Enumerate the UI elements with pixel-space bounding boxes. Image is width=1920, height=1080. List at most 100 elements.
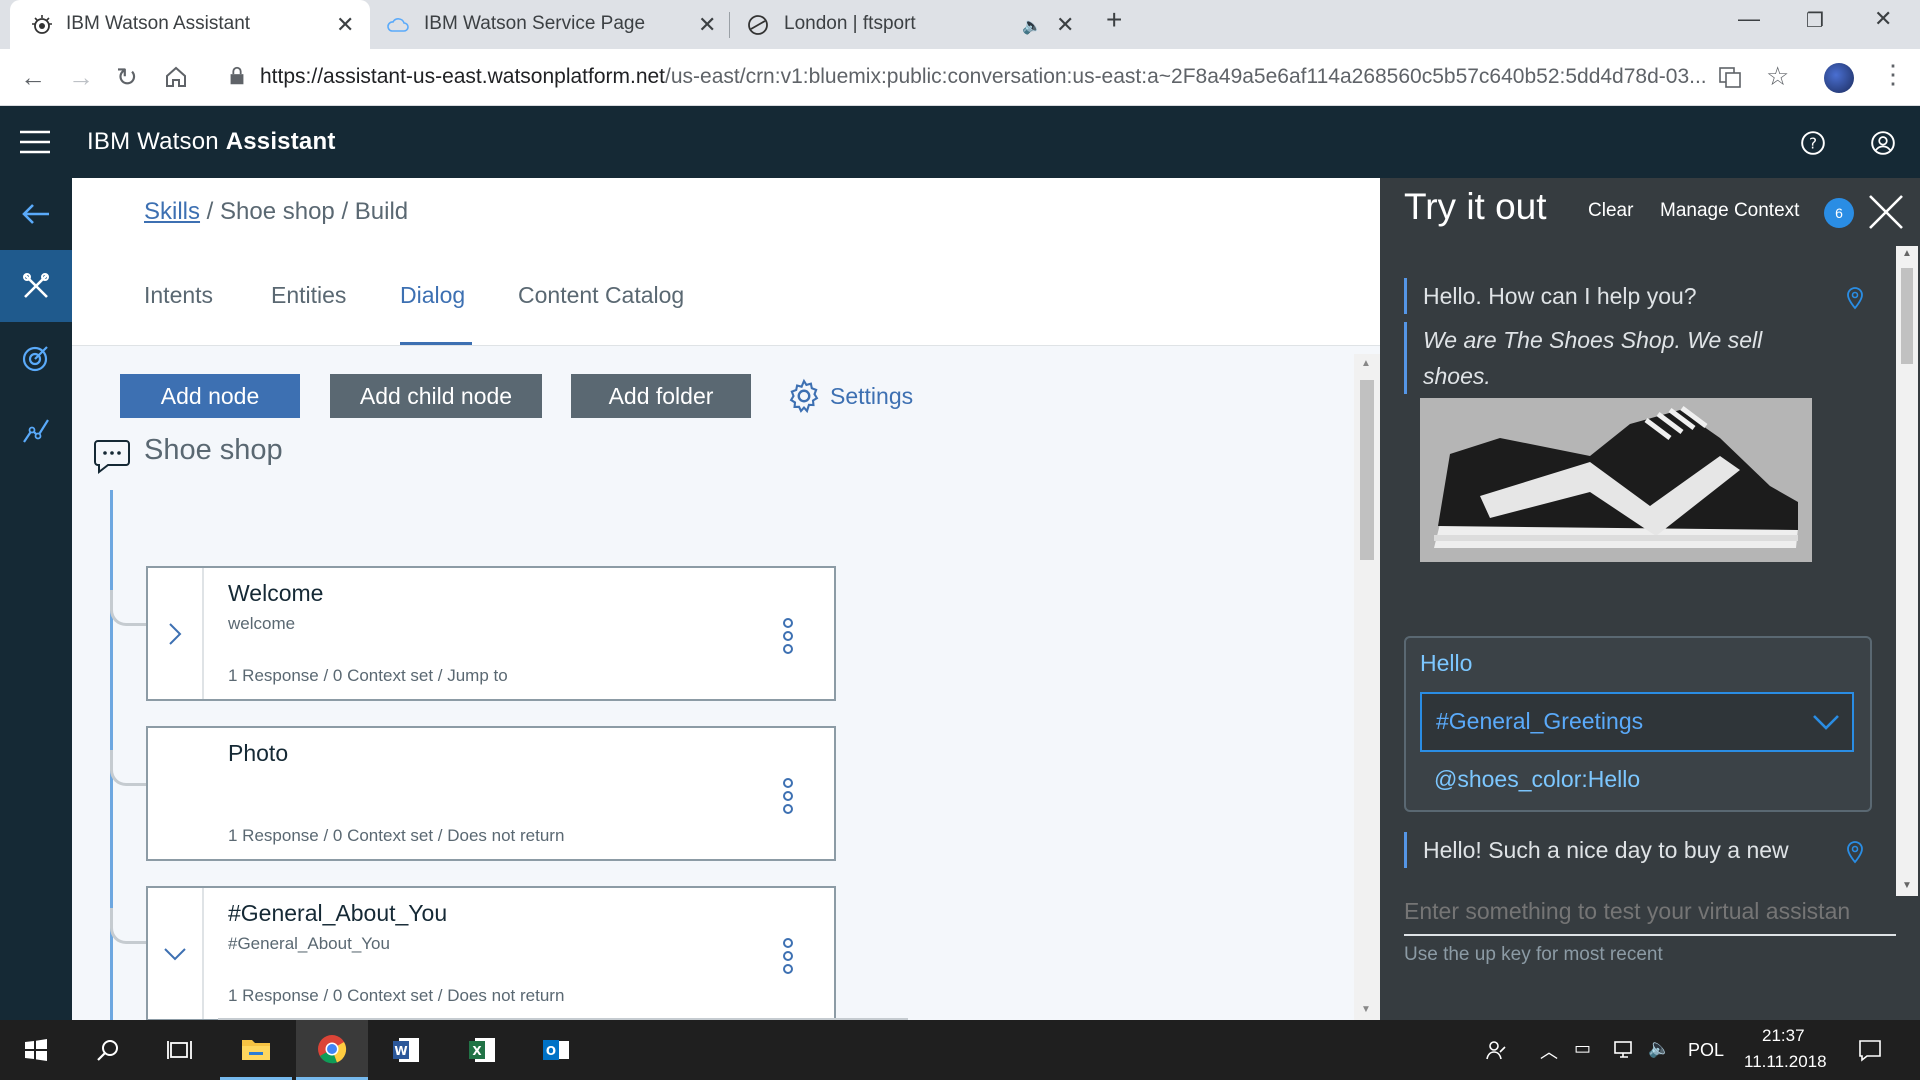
node-condition: #General_About_You [228,934,390,953]
outlook-taskbar[interactable]: O [520,1020,592,1080]
overflow-menu-icon[interactable] [783,778,793,814]
help-icon[interactable]: ? [1800,130,1826,156]
chevron-down-icon [1813,715,1839,730]
scrollbar-thumb[interactable] [1360,380,1374,560]
bot-message: Hello! Such a nice day to buy a new [1404,832,1789,868]
shoe-image[interactable] [1420,398,1812,562]
url-text: https://assistant-us-east.watsonplatform… [260,65,1707,88]
breadcrumb-skills-link[interactable]: Skills [144,198,200,225]
scroll-down-icon[interactable]: ▼ [1361,1004,1371,1015]
chat-bubble-icon [94,440,130,475]
profile-avatar[interactable] [1824,63,1854,93]
close-icon[interactable] [1866,192,1906,232]
hamburger-menu-icon[interactable] [20,130,50,154]
tab-content-catalog[interactable]: Content Catalog [518,282,684,309]
tab-intents[interactable]: Intents [144,282,213,309]
clock-time[interactable]: 21:37 [1762,1026,1805,1046]
volume-icon[interactable]: 🔈 [1648,1038,1670,1059]
search-button[interactable] [72,1020,144,1080]
close-icon[interactable]: ✕ [336,12,354,38]
add-child-node-button[interactable]: Add child node [330,374,542,418]
file-explorer-taskbar[interactable] [220,1020,292,1080]
dialog-node-general-about-you[interactable]: #General_About_You #General_About_You 1 … [146,886,836,1021]
user-profile-icon[interactable] [1870,130,1896,156]
clock-date[interactable]: 11.11.2018 [1744,1052,1827,1072]
browser-tab-service[interactable]: IBM Watson Service Page ✕ [372,0,728,49]
chevron-down-icon [164,947,186,960]
home-icon[interactable] [164,65,188,89]
language-indicator[interactable]: POL [1688,1040,1724,1061]
node-meta: 1 Response / 0 Context set / Does not re… [228,826,565,845]
tab-entities[interactable]: Entities [271,282,346,309]
add-node-button[interactable]: Add node [120,374,300,418]
bookmark-star-icon[interactable]: ☆ [1766,61,1789,92]
scroll-up-icon[interactable]: ▲ [1902,248,1912,259]
manage-context-button[interactable]: Manage Context [1660,200,1799,222]
browser-tab-ftsport[interactable]: London | ftsport 🔈 ✕ [730,0,1090,49]
back-icon[interactable]: ← [20,62,46,93]
task-view-button[interactable] [144,1020,216,1080]
analytics-nav-item[interactable] [0,394,72,466]
tree-connector [110,750,146,786]
back-nav-item[interactable] [0,178,72,250]
people-icon[interactable] [1484,1038,1508,1062]
improve-nav-item[interactable] [0,322,72,394]
location-pin-icon[interactable] [1846,286,1864,310]
input-hint: Use the up key for most recent [1404,944,1663,965]
chrome-menu-icon[interactable]: ⋮ [1880,59,1906,90]
dialog-canvas: Add node Add child node Add folder Setti… [72,346,1380,1031]
new-tab-icon[interactable]: + [1106,4,1122,36]
node-expander[interactable] [148,888,204,1019]
add-folder-button[interactable]: Add folder [571,374,751,418]
gear-icon [789,378,819,414]
chrome-taskbar[interactable] [296,1020,368,1080]
intent-dropdown[interactable]: #General_Greetings [1420,692,1854,752]
windows-logo-icon [25,1039,47,1061]
entity-value[interactable]: @shoes_color:Hello [1434,766,1640,793]
close-icon[interactable]: ✕ [698,12,716,38]
user-message: Hello [1420,650,1473,676]
word-icon: W [393,1038,419,1062]
location-pin-icon[interactable] [1846,840,1864,864]
excel-taskbar[interactable]: X [446,1020,518,1080]
window-close-icon[interactable]: ✕ [1874,6,1892,32]
dialog-node-welcome[interactable]: Welcome welcome 1 Response / 0 Context s… [146,566,836,701]
overflow-menu-icon[interactable] [783,618,793,654]
clear-button[interactable]: Clear [1588,200,1633,222]
network-icon[interactable] [1612,1038,1636,1062]
svg-text:X: X [472,1044,482,1058]
node-expander[interactable] [148,568,204,699]
start-button[interactable] [0,1020,72,1080]
target-icon [22,346,48,372]
scroll-down-icon[interactable]: ▼ [1902,880,1912,891]
forward-icon[interactable]: → [68,62,94,93]
address-bar[interactable]: https://assistant-us-east.watsonplatform… [210,57,1720,97]
tab-dialog[interactable]: Dialog [400,282,465,309]
tab-title: IBM Watson Assistant [66,13,251,34]
intent-value: #General_Greetings [1436,708,1644,734]
test-message-input[interactable] [1404,890,1896,932]
translate-icon[interactable] [1718,65,1742,89]
notifications-icon[interactable] [1858,1038,1882,1062]
close-icon[interactable]: ✕ [1056,12,1074,38]
reload-icon[interactable]: ↻ [116,62,138,93]
chat-scrollbar[interactable]: ▲ ▼ [1896,246,1918,896]
scrollbar-thumb[interactable] [1901,268,1913,364]
browser-tab-watson[interactable]: IBM Watson Assistant ✕ [10,0,370,49]
tree-connector [110,590,146,626]
overflow-menu-icon[interactable] [783,938,793,974]
dialog-node-photo[interactable]: Photo 1 Response / 0 Context set / Does … [146,726,836,861]
node-title: Photo [228,740,289,766]
minimize-icon[interactable]: — [1738,6,1760,32]
word-taskbar[interactable]: W [370,1020,442,1080]
settings-button[interactable]: Settings [786,378,913,414]
svg-text:?: ? [1809,134,1817,152]
tray-chevron-up-icon[interactable]: ︿ [1540,1038,1558,1064]
main-scrollbar[interactable]: ▲ ▼ [1354,354,1380,1020]
restore-icon[interactable]: ❐ [1806,8,1824,33]
scroll-up-icon[interactable]: ▲ [1361,358,1371,369]
tab-title: London | ftsport [784,13,916,34]
battery-icon[interactable]: ▭ [1574,1038,1591,1059]
speaker-icon[interactable]: 🔈 [1022,16,1042,36]
skills-nav-item[interactable] [0,250,72,322]
